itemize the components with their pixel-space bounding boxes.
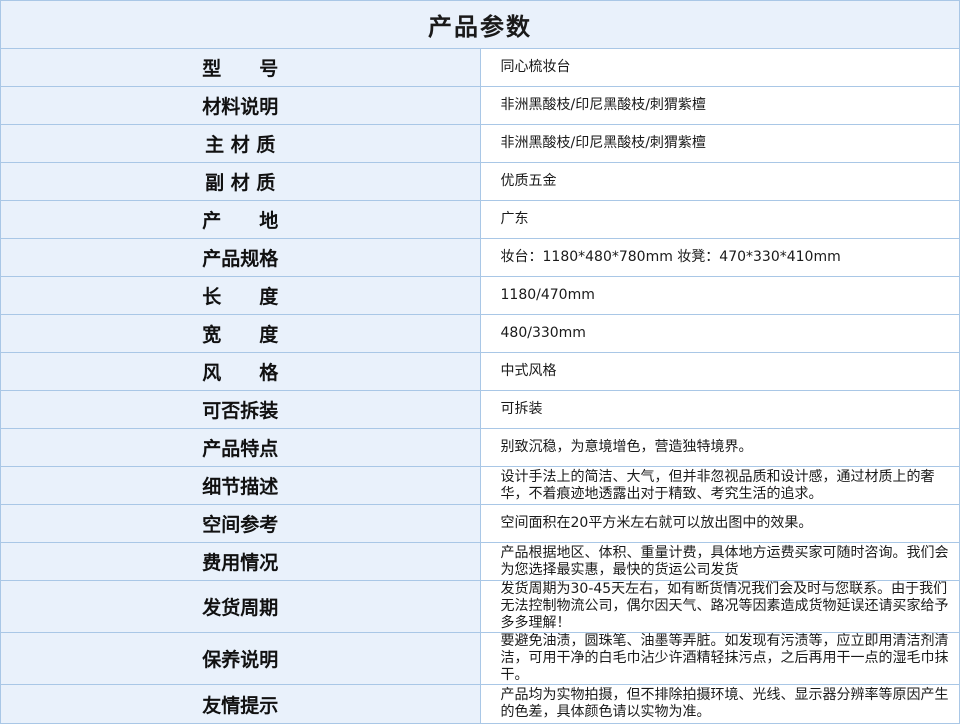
row-label: 产 地 [0, 200, 481, 239]
table-row: 产 地 广东 [0, 200, 960, 239]
product-spec-table: 产品参数 型 号 同心梳妆台 材料说明 非洲黑酸枝/印尼黑酸枝/刺猬紫檀 主 材… [0, 0, 960, 724]
table-row: 保养说明 要避免油渍，圆珠笔、油墨等弄脏。如发现有污渍等，应立即用清洁剂清洁，可… [0, 632, 960, 685]
row-label: 友情提示 [0, 684, 481, 724]
table-row: 产品特点 别致沉稳，为意境增色，营造独特境界。 [0, 428, 960, 467]
row-value: 别致沉稳，为意境增色，营造独特境界。 [479, 428, 960, 467]
table-row: 发货周期 发货周期为30-45天左右，如有断货情况我们会及时与您联系。由于我们无… [0, 580, 960, 633]
row-label: 发货周期 [0, 580, 481, 633]
row-value: 产品均为实物拍摄，但不排除拍摄环境、光线、显示器分辨率等原因产生的色差，具体颜色… [479, 684, 960, 724]
row-label: 可否拆装 [0, 390, 481, 429]
row-value: 产品根据地区、体积、重量计费，具体地方运费买家可随时咨询。我们会为您选择最实惠，… [479, 542, 960, 581]
row-label: 风 格 [0, 352, 481, 391]
table-row: 空间参考 空间面积在20平方米左右就可以放出图中的效果。 [0, 504, 960, 543]
row-value: 同心梳妆台 [479, 48, 960, 87]
table-row: 型 号 同心梳妆台 [0, 48, 960, 87]
row-value: 中式风格 [479, 352, 960, 391]
row-label: 宽 度 [0, 314, 481, 353]
row-label: 费用情况 [0, 542, 481, 581]
row-label: 型 号 [0, 48, 481, 87]
row-label: 材料说明 [0, 86, 481, 125]
row-value: 设计手法上的简洁、大气，但并非忽视品质和设计感，通过材质上的奢华，不着痕迹地透露… [479, 466, 960, 505]
row-value: 非洲黑酸枝/印尼黑酸枝/刺猬紫檀 [479, 86, 960, 125]
row-value: 妆台：1180*480*780mm 妆凳：470*330*410mm [479, 238, 960, 277]
table-row: 友情提示 产品均为实物拍摄，但不排除拍摄环境、光线、显示器分辨率等原因产生的色差… [0, 684, 960, 724]
row-value: 优质五金 [479, 162, 960, 201]
table-row: 产品规格 妆台：1180*480*780mm 妆凳：470*330*410mm [0, 238, 960, 277]
row-value: 要避免油渍，圆珠笔、油墨等弄脏。如发现有污渍等，应立即用清洁剂清洁，可用干净的白… [479, 632, 960, 685]
row-label: 长 度 [0, 276, 481, 315]
table-row: 副 材 质 优质五金 [0, 162, 960, 201]
row-label: 空间参考 [0, 504, 481, 543]
table-row: 宽 度 480/330mm [0, 314, 960, 353]
table-row: 费用情况 产品根据地区、体积、重量计费，具体地方运费买家可随时咨询。我们会为您选… [0, 542, 960, 581]
table-row: 主 材 质 非洲黑酸枝/印尼黑酸枝/刺猬紫檀 [0, 124, 960, 163]
row-value: 广东 [479, 200, 960, 239]
row-label: 产品特点 [0, 428, 481, 467]
table-row: 风 格 中式风格 [0, 352, 960, 391]
row-value: 发货周期为30-45天左右，如有断货情况我们会及时与您联系。由于我们无法控制物流… [479, 580, 960, 633]
row-value: 空间面积在20平方米左右就可以放出图中的效果。 [479, 504, 960, 543]
table-row: 可否拆装 可拆装 [0, 390, 960, 429]
row-value: 非洲黑酸枝/印尼黑酸枝/刺猬紫檀 [479, 124, 960, 163]
row-value: 480/330mm [479, 314, 960, 353]
table-title: 产品参数 [0, 0, 960, 49]
table-row: 材料说明 非洲黑酸枝/印尼黑酸枝/刺猬紫檀 [0, 86, 960, 125]
row-label: 保养说明 [0, 632, 481, 685]
row-label: 产品规格 [0, 238, 481, 277]
row-value: 1180/470mm [479, 276, 960, 315]
row-label: 主 材 质 [0, 124, 481, 163]
table-row: 长 度 1180/470mm [0, 276, 960, 315]
row-label: 副 材 质 [0, 162, 481, 201]
table-row: 细节描述 设计手法上的简洁、大气，但并非忽视品质和设计感，通过材质上的奢华，不着… [0, 466, 960, 505]
row-value: 可拆装 [479, 390, 960, 429]
row-label: 细节描述 [0, 466, 481, 505]
